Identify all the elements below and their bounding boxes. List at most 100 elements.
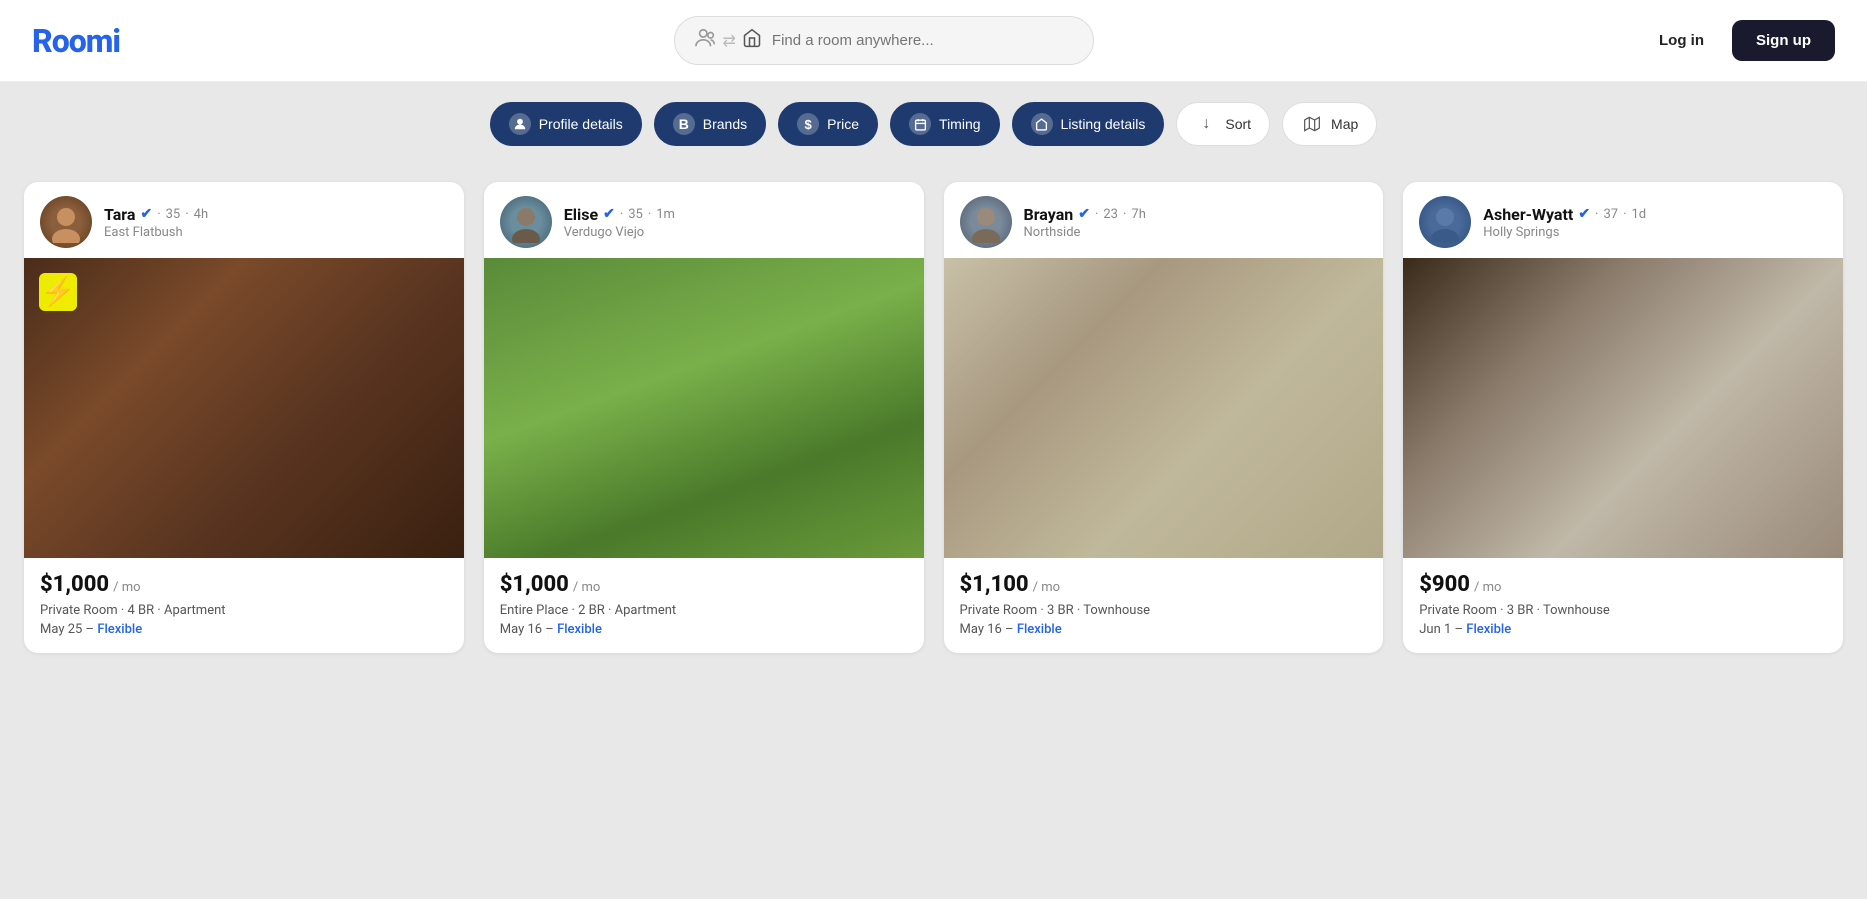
location-elise: Verdugo Viejo [564,225,675,240]
period-tara: / mo [113,580,140,595]
listing-icon [1031,113,1053,135]
dot2-tara: · [185,207,188,222]
filter-map-label: Map [1331,116,1358,132]
listing-header-asher: Asher-Wyatt ✔ · 37 · 1d Holly Springs [1403,182,1843,258]
brands-icon: B [673,113,695,135]
filter-listing-label: Listing details [1061,116,1146,132]
avatar-asher [1419,196,1471,248]
user-info-asher: Asher-Wyatt ✔ · 37 · 1d Holly Springs [1483,205,1646,240]
price-brayan: $1,100 [960,572,1029,597]
listing-details-tara: $1,000 / mo Private Room · 4 BR · Apartm… [24,558,464,653]
filter-bar: Profile details B Brands $ Price Timing … [0,82,1867,166]
header-actions: Log in Sign up [1647,20,1835,61]
signup-button[interactable]: Sign up [1732,20,1835,61]
flexible-brayan[interactable]: Flexible [1017,622,1062,637]
location-tara: East Flatbush [104,225,208,240]
logo: Roomi [32,22,120,60]
price-asher: $900 [1419,572,1470,597]
period-asher: / mo [1474,580,1501,595]
filter-brands-label: Brands [703,116,747,132]
verified-icon-asher: ✔ [1578,206,1590,222]
time-brayan: 7h [1131,207,1145,222]
price-icon: $ [797,113,819,135]
search-bar-icons: ⇄ [695,27,762,54]
filter-price-label: Price [827,116,859,132]
flexible-tara[interactable]: Flexible [97,622,142,637]
verified-icon-elise: ✔ [603,206,615,222]
dates-brayan: May 16 – Flexible [960,622,1368,637]
period-elise: / mo [573,580,600,595]
listing-card-elise[interactable]: Elise ✔ · 35 · 1m Verdugo Viejo $1,000 /… [484,182,924,653]
search-input[interactable] [772,32,1073,49]
dates-elise: May 16 – Flexible [500,622,908,637]
filter-sort[interactable]: ↓ Sort [1176,102,1270,146]
map-icon [1301,113,1323,135]
dot-tara: · [157,207,160,222]
avatar-tara [40,196,92,248]
price-tara: $1,000 [40,572,109,597]
avatar-elise [500,196,552,248]
age-elise: 35 [628,207,643,222]
age-asher: 37 [1603,207,1618,222]
user-info-tara: Tara ✔ · 35 · 4h East Flatbush [104,205,208,240]
filter-profile-label: Profile details [539,116,623,132]
price-elise: $1,000 [500,572,569,597]
listing-details-asher: $900 / mo Private Room · 3 BR · Townhous… [1403,558,1843,653]
filter-brands[interactable]: B Brands [654,102,766,146]
filter-price[interactable]: $ Price [778,102,878,146]
filter-listing[interactable]: Listing details [1012,102,1165,146]
verified-icon-tara: ✔ [140,206,152,222]
people-icon [695,27,717,54]
user-name-tara: Tara [104,205,135,224]
home-icon [742,28,762,53]
time-elise: 1m [656,207,675,222]
avatar-brayan [960,196,1012,248]
user-name-brayan: Brayan [1024,205,1074,224]
flexible-asher[interactable]: Flexible [1466,622,1511,637]
user-name-elise: Elise [564,205,598,224]
listings-grid: Tara ✔ · 35 · 4h East Flatbush $1,000 / … [0,166,1867,693]
type-asher: Private Room · 3 BR · Townhouse [1419,603,1827,618]
timing-icon [909,113,931,135]
filter-timing-label: Timing [939,116,981,132]
location-brayan: Northside [1024,225,1146,240]
listing-image-elise [484,258,924,558]
type-elise: Entire Place · 2 BR · Apartment [500,603,908,618]
listing-card-asher[interactable]: Asher-Wyatt ✔ · 37 · 1d Holly Springs $9… [1403,182,1843,653]
listing-image-brayan [944,258,1384,558]
type-tara: Private Room · 4 BR · Apartment [40,603,448,618]
type-brayan: Private Room · 3 BR · Townhouse [960,603,1368,618]
time-asher: 1d [1631,207,1646,222]
dates-tara: May 25 – Flexible [40,622,448,637]
listing-details-elise: $1,000 / mo Entire Place · 2 BR · Apartm… [484,558,924,653]
search-bar: ⇄ [674,16,1094,65]
user-info-brayan: Brayan ✔ · 23 · 7h Northside [1024,205,1146,240]
filter-timing[interactable]: Timing [890,102,1000,146]
listing-details-brayan: $1,100 / mo Private Room · 3 BR · Townho… [944,558,1384,653]
profile-icon [509,113,531,135]
listing-card-brayan[interactable]: Brayan ✔ · 23 · 7h Northside $1,100 / mo… [944,182,1384,653]
listing-card-tara[interactable]: Tara ✔ · 35 · 4h East Flatbush $1,000 / … [24,182,464,653]
location-asher: Holly Springs [1483,225,1646,240]
period-brayan: / mo [1033,580,1060,595]
header: Roomi ⇄ Log in Sign up [0,0,1867,82]
listing-header-tara: Tara ✔ · 35 · 4h East Flatbush [24,182,464,258]
listing-header-elise: Elise ✔ · 35 · 1m Verdugo Viejo [484,182,924,258]
filter-profile[interactable]: Profile details [490,102,642,146]
filter-sort-label: Sort [1225,116,1251,132]
listing-image-asher [1403,258,1843,558]
sort-icon: ↓ [1195,113,1217,135]
login-button[interactable]: Log in [1647,24,1716,57]
time-tara: 4h [194,207,208,222]
listing-image-tara [24,258,464,558]
swap-icon: ⇄ [723,31,736,50]
filter-map[interactable]: Map [1282,102,1377,146]
user-name-asher: Asher-Wyatt [1483,205,1573,224]
age-brayan: 23 [1103,207,1118,222]
verified-icon-brayan: ✔ [1078,206,1090,222]
user-info-elise: Elise ✔ · 35 · 1m Verdugo Viejo [564,205,675,240]
flexible-elise[interactable]: Flexible [557,622,602,637]
age-tara: 35 [166,207,181,222]
dates-asher: Jun 1 – Flexible [1419,622,1827,637]
listing-header-brayan: Brayan ✔ · 23 · 7h Northside [944,182,1384,258]
